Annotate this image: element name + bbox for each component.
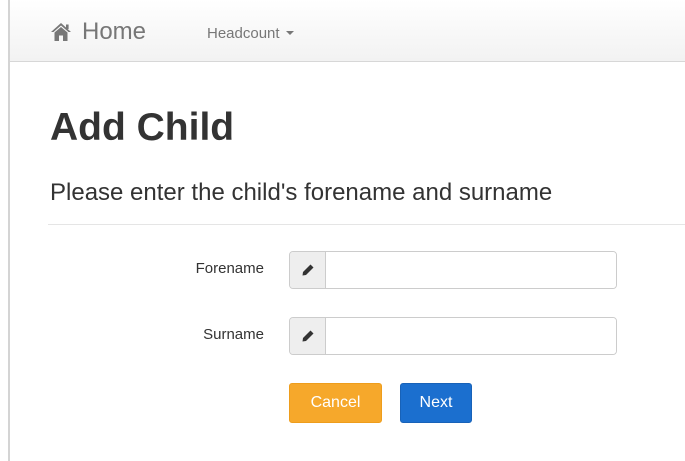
cancel-button[interactable]: Cancel (289, 383, 382, 423)
page-subtitle: Please enter the child's forename and su… (50, 179, 553, 206)
home-icon (50, 22, 72, 42)
forename-label: Forename (195, 260, 264, 277)
page-title: Add Child (50, 106, 235, 149)
headcount-dropdown[interactable]: Headcount (207, 23, 294, 43)
pencil-icon (290, 318, 326, 354)
next-button[interactable]: Next (400, 383, 472, 423)
section-divider (48, 224, 685, 225)
home-link[interactable]: Home (50, 18, 146, 46)
page-frame: Home Headcount Add Child Please enter th… (0, 0, 685, 461)
forename-field[interactable] (326, 252, 616, 288)
surname-field[interactable] (326, 318, 616, 354)
forename-input-group (289, 251, 617, 289)
caret-down-icon (285, 31, 294, 35)
headcount-label: Headcount (207, 24, 280, 42)
left-border (8, 0, 10, 461)
surname-input-group (289, 317, 617, 355)
top-navbar: Home Headcount (10, 0, 685, 62)
home-label: Home (82, 18, 147, 45)
surname-label: Surname (203, 326, 264, 343)
pencil-icon (290, 252, 326, 288)
